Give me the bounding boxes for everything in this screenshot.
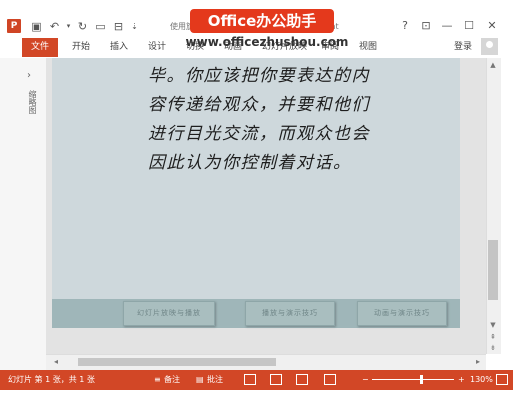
horizontal-scroll-thumb[interactable] <box>78 358 276 366</box>
scroll-left-icon[interactable]: ◂ <box>50 356 62 368</box>
watermark-url: www.officezhushou.com <box>185 35 349 49</box>
close-icon[interactable]: ✕ <box>485 19 499 33</box>
notes-icon[interactable]: ≡ <box>154 370 161 390</box>
redo-icon[interactable]: ↻ <box>76 20 89 33</box>
minimize-icon[interactable]: — <box>440 19 454 33</box>
scroll-up-icon[interactable]: ▲ <box>487 60 499 70</box>
slide-text-line: 毕。你应该把你要表达的内 <box>148 66 370 86</box>
login-link[interactable]: 登录 <box>454 38 472 57</box>
tab-file[interactable]: 文件 <box>22 38 58 57</box>
vertical-scrollbar[interactable] <box>486 58 501 354</box>
vertical-scroll-thumb[interactable] <box>488 240 498 300</box>
slide-text-line: 因此认为你控制着对话。 <box>148 153 352 173</box>
zoom-level[interactable]: 130% <box>470 370 493 390</box>
bottom-strip <box>0 390 513 402</box>
help-icon[interactable]: ? <box>398 19 412 33</box>
next-slide-icon[interactable]: ⇟ <box>487 343 499 353</box>
slideshow-view-icon[interactable] <box>324 374 336 385</box>
zoom-slider-handle[interactable] <box>420 375 423 384</box>
notes-button[interactable]: 备注 <box>164 370 180 390</box>
undo-dropdown-icon[interactable]: ▾ <box>62 20 75 33</box>
tab-design[interactable]: 设计 <box>148 38 166 57</box>
qat-extra-icon[interactable]: ⊟ <box>112 20 125 33</box>
zoom-slider[interactable] <box>372 379 454 380</box>
save-icon[interactable]: ▣ <box>30 20 43 33</box>
slide-text-line: 进行目光交流，而观众也会 <box>148 124 370 144</box>
thumbnail-pane-label: 缩略图 <box>28 90 37 114</box>
customize-qat-icon[interactable]: ⇣ <box>128 20 141 33</box>
tab-view[interactable]: 视图 <box>359 38 377 57</box>
undo-icon[interactable]: ↶ <box>48 20 61 33</box>
slide-button-1[interactable]: 幻灯片放映与播放 <box>123 301 215 326</box>
slide-text-box[interactable]: 毕。你应该把你要表达的内 容传递给观众，并要和他们 进行目光交流，而观众也会 因… <box>148 62 404 178</box>
start-slideshow-icon[interactable]: ▭ <box>94 20 107 33</box>
chevron-right-icon[interactable]: › <box>27 70 37 82</box>
thumbnail-pane <box>0 58 47 370</box>
comments-button[interactable]: 批注 <box>207 370 223 390</box>
normal-view-icon[interactable] <box>244 374 256 385</box>
zoom-out-button[interactable]: − <box>362 370 369 390</box>
powerpoint-logo-icon: P <box>7 19 21 33</box>
scroll-right-icon[interactable]: ▸ <box>472 356 484 368</box>
watermark-badge: Office办公助手 <box>190 9 334 33</box>
slide-button-3[interactable]: 动画与演示技巧 <box>357 301 447 326</box>
avatar[interactable] <box>481 38 498 55</box>
ribbon-display-options-icon[interactable]: ⊡ <box>419 19 433 33</box>
comments-icon[interactable]: ▤ <box>196 370 204 390</box>
tab-insert[interactable]: 插入 <box>110 38 128 57</box>
tab-home[interactable]: 开始 <box>72 38 90 57</box>
previous-slide-icon[interactable]: ⇞ <box>487 332 499 342</box>
scroll-down-icon[interactable]: ▼ <box>487 320 499 330</box>
fit-to-window-icon[interactable] <box>496 374 508 385</box>
reading-view-icon[interactable] <box>296 374 308 385</box>
slide-sorter-icon[interactable] <box>270 374 282 385</box>
slide-text-line: 容传递给观众，并要和他们 <box>148 95 370 115</box>
zoom-in-button[interactable]: + <box>458 370 465 390</box>
slide-count: 幻灯片 第 1 张，共 1 张 <box>8 375 95 384</box>
slide-button-2[interactable]: 播放与演示技巧 <box>245 301 335 326</box>
maximize-icon[interactable]: ☐ <box>462 19 476 33</box>
